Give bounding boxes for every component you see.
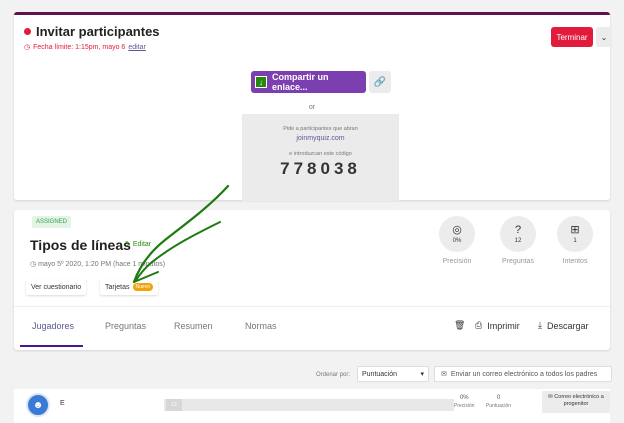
player-accuracy: 0% Precisión (454, 395, 475, 409)
live-status-dot (24, 28, 31, 35)
join-code-box: Pide a participantes que abran joinmyqui… (242, 114, 399, 201)
join-url[interactable]: joinmyquiz.com (242, 135, 399, 142)
table-row[interactable]: ☻ E 12 0% Precisión 0 Puntuación ✉ Corre… (14, 389, 610, 423)
trash-icon[interactable]: 🗑 (454, 320, 465, 331)
or-separator: or (308, 104, 316, 111)
stat-label: Intentos (562, 258, 588, 265)
email-parent-button[interactable]: ✉ Correo electrónico a progenitor (542, 391, 610, 413)
envelope-icon: ✉ (548, 394, 553, 400)
sort-label: Ordenar por: (316, 372, 351, 378)
player-score: 0 Puntuación (486, 395, 511, 409)
clock-icon: ◷ (30, 261, 37, 268)
report-tabs: Jugadores Preguntas Resumen Normas 🗑 ⎙ I… (14, 306, 610, 350)
score-value: 0 (496, 395, 501, 401)
stat-value: 0% (452, 237, 462, 244)
score-label: Puntuación (486, 403, 512, 409)
target-icon: ◎ (452, 223, 462, 236)
progress-value: 12 (166, 399, 182, 411)
link-icon[interactable]: 🔗 (369, 71, 391, 93)
report-title: Tipos de líneas (30, 237, 131, 253)
report-edit-label: Editar (132, 241, 152, 248)
envelope-icon: ✉ (441, 371, 447, 378)
stat-attempts: ⊞ 1 Intentos (546, 216, 604, 265)
caret-down-icon: ▾ (420, 371, 424, 378)
report-date: ◷ mayo 5º 2020, 1:20 PM (hace 1 minutos) (30, 260, 165, 268)
deadline-edit-link[interactable]: editar (128, 44, 146, 51)
active-tab-indicator (20, 345, 83, 347)
tab-summary[interactable]: Resumen (174, 321, 213, 331)
download-button[interactable]: ⤓ Descargar (538, 320, 589, 331)
stat-label: Preguntas (502, 258, 534, 265)
share-link-label: Compartir un enlace... (271, 72, 329, 92)
report-date-text: mayo 5º 2020, 1:20 PM (hace 1 minutos) (38, 261, 166, 268)
join-instructions: Pide a participantes que abran (283, 126, 358, 132)
flashcards-button[interactable]: Tarjetas Nuevo (100, 279, 158, 295)
code-instructions: e introduzcan este código (289, 151, 352, 157)
email-all-parents-button[interactable]: ✉ Enviar un correo electrónico a todos l… (434, 366, 612, 382)
attempts-icon: ⊞ (570, 223, 580, 236)
invite-participants-card: Invitar participantes ◷ Fecha límite: 1:… (14, 12, 612, 201)
download-label: Descargar (546, 320, 589, 331)
flashcards-label: Tarjetas (105, 283, 130, 291)
print-button[interactable]: ⎙ Imprimir (475, 320, 520, 331)
progress-bar: 12 (164, 399, 454, 411)
player-name: E (60, 400, 65, 407)
deadline-text: Fecha límite: 1:15pm, mayo 6 (33, 43, 126, 51)
sort-select[interactable]: Puntuación ▾ (357, 366, 429, 382)
stat-value: 1 (573, 237, 577, 244)
game-code: 778038 (280, 159, 361, 178)
pencil-icon: ✎ (125, 241, 131, 248)
sort-value: Puntuación (362, 370, 398, 378)
clock-icon: ◷ (24, 44, 31, 51)
print-label: Imprimir (487, 320, 520, 331)
chevron-down-icon[interactable]: ⌄ (596, 27, 612, 47)
share-icon: ↓ (255, 76, 267, 88)
printer-icon: ⎙ (475, 320, 483, 330)
email-all-parents-label: Enviar un correo electrónico a todos los… (450, 370, 598, 378)
tab-standards[interactable]: Normas (245, 321, 277, 331)
question-icon: ? (514, 223, 522, 236)
report-edit-link[interactable]: ✎ Editar (125, 240, 151, 248)
accuracy-label: Precisión (454, 403, 475, 409)
stat-questions: ? 12 Preguntas (489, 216, 547, 265)
invite-title: Invitar participantes (36, 24, 160, 39)
share-link-button[interactable]: ↓ Compartir un enlace... (251, 71, 366, 93)
stat-accuracy: ◎ 0% Precisión (428, 216, 486, 265)
end-button[interactable]: Terminar (551, 27, 593, 47)
stat-value: 12 (514, 237, 522, 244)
deadline: ◷ Fecha límite: 1:15pm, mayo 6 editar (24, 43, 146, 52)
new-tag: Nuevo (132, 283, 153, 291)
status-badge: ASSIGNED (32, 216, 72, 228)
tab-players[interactable]: Jugadores (32, 321, 74, 331)
tab-questions[interactable]: Preguntas (105, 321, 146, 331)
stat-label: Precisión (442, 258, 472, 265)
avatar: ☻ (26, 393, 50, 417)
view-quiz-button[interactable]: Ver cuestionario (26, 279, 87, 295)
email-parent-label: Correo electrónico a progenitor (554, 394, 604, 407)
accuracy-value: 0% (459, 395, 469, 401)
report-card: ASSIGNED Tipos de líneas ✎ Editar ◷ mayo… (14, 210, 610, 350)
download-icon: ⤓ (538, 320, 542, 330)
